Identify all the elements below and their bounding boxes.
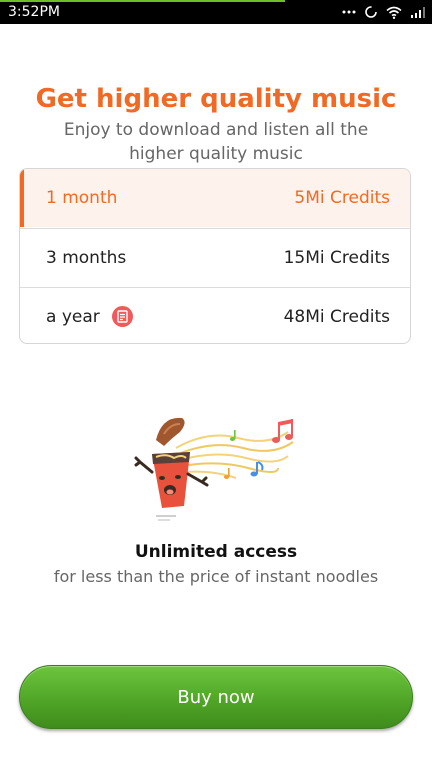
plan-option-3-months[interactable]: 3 months 15Mi Credits bbox=[20, 228, 410, 286]
status-progress-bar bbox=[0, 0, 286, 2]
noodle-cup-music-illustration bbox=[128, 410, 308, 522]
status-bar: 3:52PM bbox=[0, 0, 432, 24]
plan-price: 5Mi Credits bbox=[294, 188, 390, 208]
page-subtitle: Enjoy to download and listen all the hig… bbox=[63, 120, 369, 164]
sync-icon bbox=[364, 5, 378, 19]
plan-label: a year bbox=[46, 307, 100, 327]
status-time: 3:52PM bbox=[8, 4, 60, 20]
plan-option-a-year[interactable]: a year 48Mi Credits bbox=[20, 287, 410, 343]
feature-title: Unlimited access bbox=[134, 542, 298, 562]
plan-label: 3 months bbox=[46, 248, 127, 268]
screen: 3:52PM Get higher quality music Enjoy to… bbox=[0, 0, 432, 768]
feature-subtitle: for less than the price of instant noodl… bbox=[53, 567, 379, 586]
plan-label: 1 month bbox=[46, 188, 118, 208]
page-title: Get higher quality music bbox=[35, 84, 397, 114]
buy-now-button[interactable]: Buy now bbox=[19, 665, 413, 729]
signal-icon bbox=[410, 6, 426, 18]
wifi-icon bbox=[386, 6, 402, 19]
plan-price: 48Mi Credits bbox=[283, 307, 390, 327]
plan-price: 15Mi Credits bbox=[283, 248, 390, 268]
plan-option-1-month[interactable]: 1 month 5Mi Credits bbox=[20, 169, 410, 227]
plan-list: 1 month 5Mi Credits 3 months 15Mi Credit… bbox=[19, 168, 411, 344]
selected-indicator bbox=[20, 169, 24, 227]
status-icons bbox=[342, 4, 426, 20]
deal-badge-icon bbox=[112, 306, 133, 327]
buy-now-label: Buy now bbox=[177, 687, 255, 708]
more-dots-icon bbox=[342, 9, 356, 15]
